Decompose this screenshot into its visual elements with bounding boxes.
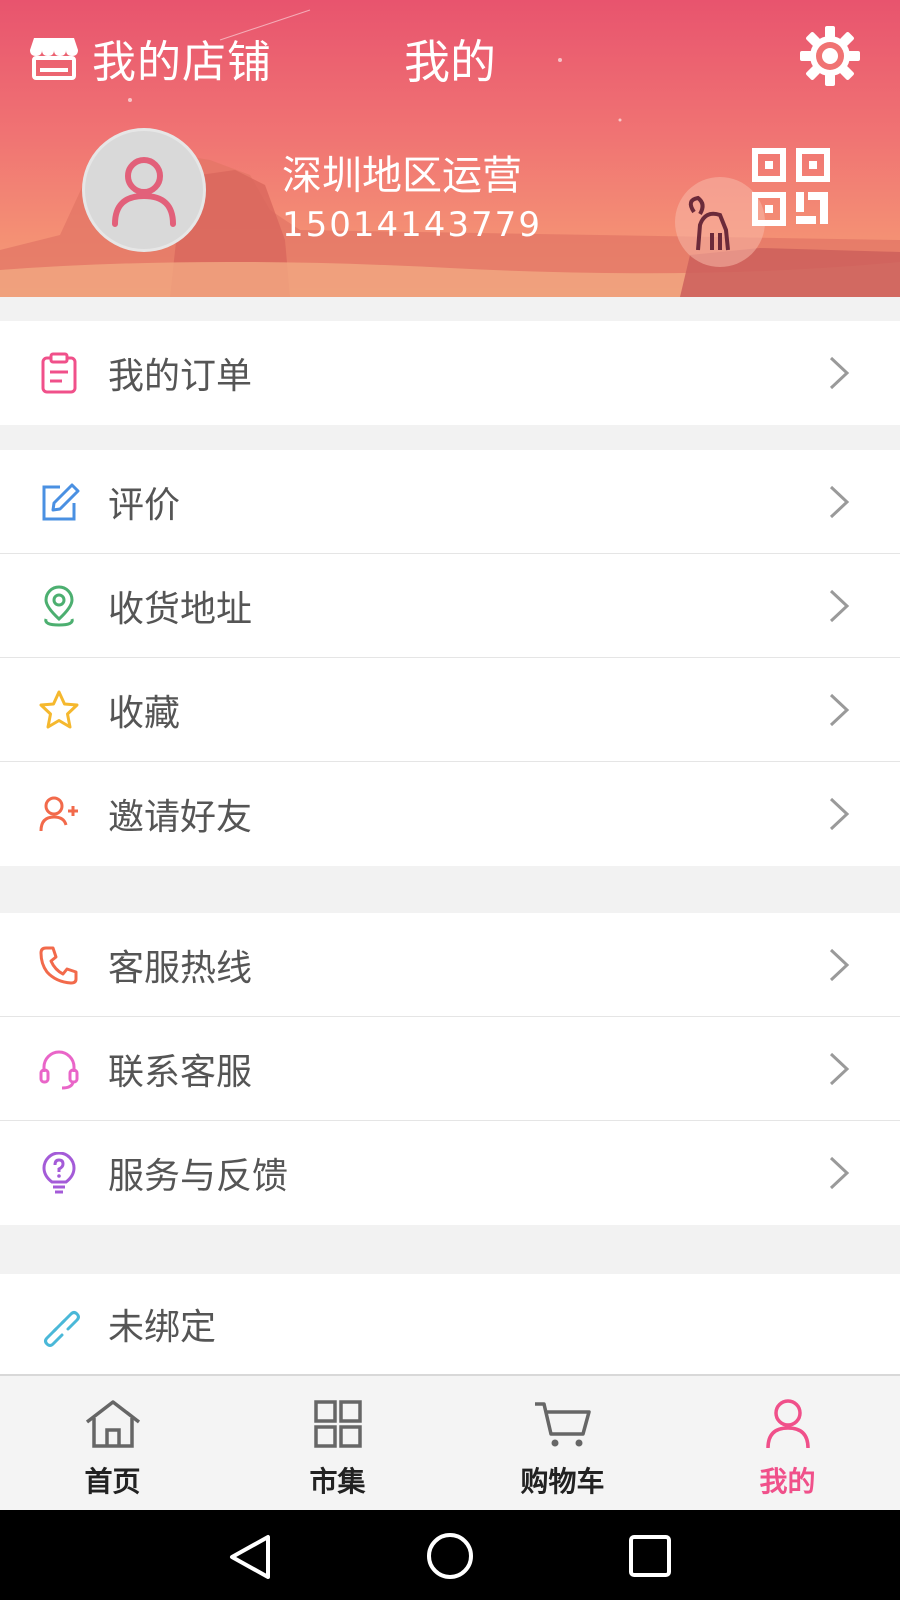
lightbulb-icon <box>42 1152 76 1194</box>
phone-icon <box>39 946 78 985</box>
chevron-right-icon <box>829 1156 850 1190</box>
menu-item-contact-support[interactable]: 联系客服 <box>0 1017 900 1121</box>
grid-icon <box>313 1400 362 1448</box>
menu-item-service-hotline[interactable]: 客服热线 <box>0 913 900 1017</box>
user-phone: 15014143779 <box>282 205 542 245</box>
menu-group-account: 评价 收货地址 收藏 邀请好友 <box>0 450 900 866</box>
menu-item-label: 客服热线 <box>108 947 253 989</box>
headset-icon <box>39 1050 79 1090</box>
user-name: 深圳地区运营 <box>282 153 522 199</box>
chevron-right-icon <box>829 948 850 982</box>
chevron-right-icon <box>829 797 850 831</box>
menu-item-label: 联系客服 <box>108 1051 253 1093</box>
menu-item-label: 收藏 <box>108 692 181 734</box>
star-icon <box>39 690 79 729</box>
tab-mine[interactable]: 我的 <box>675 1376 900 1512</box>
chevron-right-icon <box>829 356 850 390</box>
menu-item-label: 评价 <box>108 484 181 526</box>
chevron-right-icon <box>829 589 850 623</box>
tab-label: 购物车 <box>520 1465 605 1498</box>
clipboard-icon <box>41 352 77 394</box>
tab-label: 首页 <box>84 1465 141 1498</box>
menu-item-label: 收货地址 <box>108 588 253 630</box>
qr-code-icon[interactable] <box>752 148 830 226</box>
menu-item-shipping-address[interactable]: 收货地址 <box>0 554 900 658</box>
tab-home[interactable]: 首页 <box>0 1376 225 1512</box>
chevron-right-icon <box>829 485 850 519</box>
menu-item-service-feedback[interactable]: 服务与反馈 <box>0 1121 900 1225</box>
tab-cart[interactable]: 购物车 <box>450 1376 675 1512</box>
tab-market[interactable]: 市集 <box>225 1376 450 1512</box>
home-circle-icon[interactable] <box>426 1532 474 1580</box>
menu-item-label: 服务与反馈 <box>108 1156 289 1197</box>
menu-group-orders: 我的订单 <box>0 321 900 425</box>
default-user-icon <box>112 157 176 227</box>
settings-gear-icon[interactable] <box>798 24 862 88</box>
home-icon <box>85 1400 140 1448</box>
menu-item-label: 未绑定 <box>108 1307 217 1348</box>
link-icon <box>44 1311 80 1347</box>
add-user-icon <box>39 796 78 832</box>
page-title: 我的 <box>404 35 496 89</box>
bottom-tab-bar: 首页 市集 购物车 我的 <box>0 1374 900 1512</box>
android-nav-bar <box>0 1510 900 1600</box>
location-pin-icon <box>44 585 74 627</box>
cart-icon <box>534 1402 591 1447</box>
menu-item-invite-friends[interactable]: 邀请好友 <box>0 762 900 866</box>
chevron-right-icon <box>829 1052 850 1086</box>
menu-item-my-orders[interactable]: 我的订单 <box>0 321 900 425</box>
edit-icon <box>42 483 80 521</box>
menu-item-unbound[interactable]: 未绑定 <box>0 1274 900 1374</box>
back-triangle-icon[interactable] <box>228 1534 272 1580</box>
profile-header: 我的店铺 我的 深圳地区运营 15014143779 <box>0 0 900 297</box>
menu-group-support: 客服热线 联系客服 服务与反馈 <box>0 913 900 1225</box>
menu-group-binding: 未绑定 <box>0 1274 900 1374</box>
user-icon <box>765 1399 810 1449</box>
menu-item-favorites[interactable]: 收藏 <box>0 658 900 762</box>
avatar[interactable] <box>82 128 206 252</box>
menu-item-label: 邀请好友 <box>108 797 253 838</box>
tab-label: 我的 <box>759 1465 816 1498</box>
recents-square-icon[interactable] <box>628 1534 672 1578</box>
menu-item-reviews[interactable]: 评价 <box>0 450 900 554</box>
menu-item-label: 我的订单 <box>108 356 253 397</box>
chevron-right-icon <box>829 693 850 727</box>
tab-label: 市集 <box>309 1465 366 1498</box>
